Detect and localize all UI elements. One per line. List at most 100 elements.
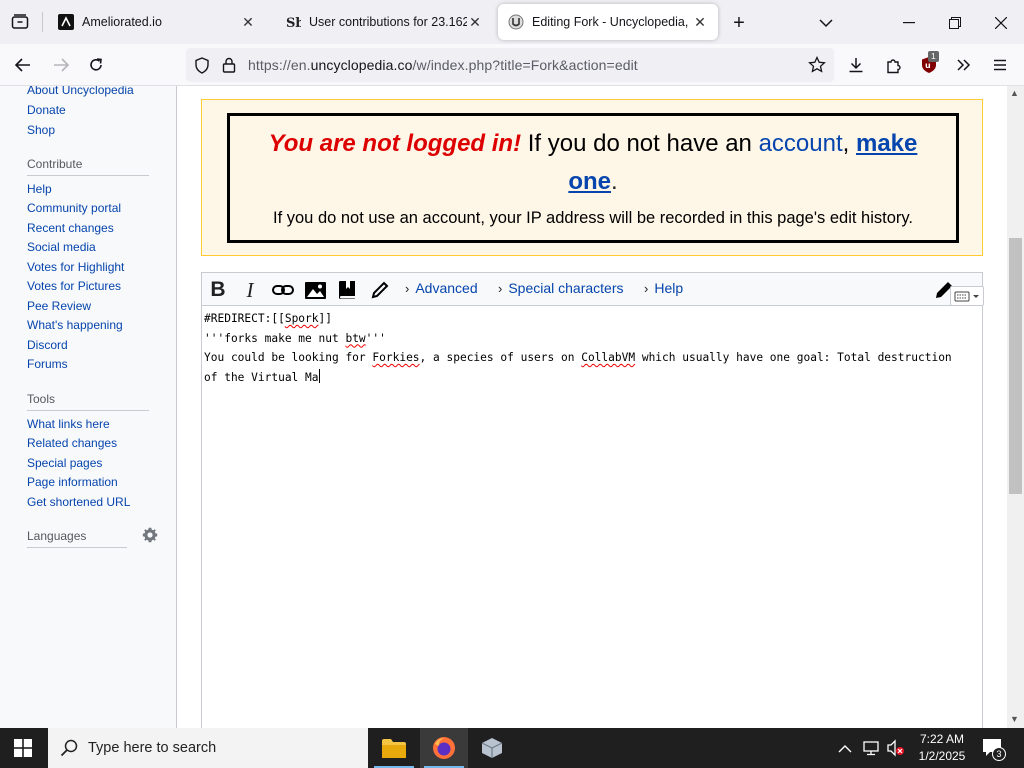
bold-button[interactable]: B <box>206 278 230 302</box>
search-placeholder: Type here to search <box>88 740 217 756</box>
sidebar-item-donate[interactable]: Donate <box>27 103 66 117</box>
tab-close-icon[interactable]: ✕ <box>467 14 483 31</box>
box-icon <box>481 738 503 758</box>
gear-icon[interactable] <box>142 527 158 548</box>
sidebar-item-whats-happening[interactable]: What's happening <box>27 318 123 332</box>
clock-time: 7:22 AM <box>919 732 965 746</box>
url-text[interactable]: https://en.uncyclopedia.co/w/index.php?t… <box>248 57 638 73</box>
help-tab[interactable]: › Help <box>644 280 683 296</box>
sidebar-item-forums[interactable]: Forums <box>27 357 68 371</box>
divider <box>27 175 149 176</box>
sidebar-item-recent-changes[interactable]: Recent changes <box>27 221 114 235</box>
sidebar: About Uncyclopedia Donate Shop Contribut… <box>0 86 177 728</box>
firefox-app[interactable] <box>420 728 468 768</box>
extensions-icon[interactable] <box>882 54 904 76</box>
reload-icon[interactable] <box>85 54 107 76</box>
back-icon[interactable] <box>12 54 34 76</box>
notice-comma: , <box>842 130 856 157</box>
sidebar-item-votes-highlight[interactable]: Votes for Highlight <box>27 260 124 274</box>
sidebar-item-social-media[interactable]: Social media <box>27 240 96 254</box>
chevron-right-icon: › <box>644 281 649 296</box>
signature-button[interactable] <box>368 278 392 302</box>
notifications-icon[interactable]: 3 <box>982 738 1006 763</box>
sidebar-item-shop[interactable]: Shop <box>27 123 55 137</box>
tab-strip: Ameliorated.io ✕ Sb User contributions f… <box>0 0 1024 44</box>
tab-close-icon[interactable]: ✕ <box>240 14 256 31</box>
sidebar-item-page-information[interactable]: Page information <box>27 475 118 489</box>
svg-text:Sb: Sb <box>286 16 301 30</box>
account-link[interactable]: account <box>759 130 843 157</box>
text-line: #REDIRECT:[[Spork]] <box>204 312 332 325</box>
sidebar-item-what-links-here[interactable]: What links here <box>27 417 110 431</box>
tab-editing-fork[interactable]: Editing Fork - Uncyclopedia, the ✕ <box>498 4 718 40</box>
tab-ameliorated[interactable]: Ameliorated.io ✕ <box>48 4 266 40</box>
chevron-right-icon: › <box>405 281 410 296</box>
special-characters-tab[interactable]: › Special characters <box>498 280 624 296</box>
image-button[interactable] <box>303 278 327 302</box>
sidebar-item-special-pages[interactable]: Special pages <box>27 456 102 470</box>
firefox-icon <box>433 737 455 759</box>
sb-favicon: Sb <box>285 14 301 30</box>
link-button[interactable] <box>270 278 296 302</box>
tracking-protection-icon[interactable] <box>194 57 210 77</box>
sidebar-item-discord[interactable]: Discord <box>27 338 68 352</box>
system-clock[interactable]: 7:22 AM 1/2/2025 <box>912 731 972 765</box>
notice-headline-continued: one. <box>230 168 956 196</box>
scrollbar-thumb[interactable] <box>1009 238 1022 494</box>
taskbar-search[interactable]: Type here to search <box>48 728 368 768</box>
languages-heading: Languages <box>27 529 87 543</box>
notice-headline: You are not logged in! If you do not hav… <box>230 130 956 158</box>
close-window-icon[interactable] <box>990 12 1012 34</box>
volume-muted-icon[interactable] <box>886 739 906 762</box>
tab-title: Editing Fork - Uncyclopedia, the <box>532 15 692 29</box>
advanced-tab[interactable]: › Advanced <box>405 280 478 296</box>
login-notice: You are not logged in! If you do not hav… <box>201 99 983 256</box>
text-line: You could be looking for Forkies, a spec… <box>204 351 952 364</box>
navigation-bar: https://en.uncyclopedia.co/w/index.php?t… <box>0 44 1024 86</box>
web-page: About Uncyclopedia Donate Shop Contribut… <box>0 86 1007 728</box>
uncyclopedia-favicon <box>508 14 524 30</box>
scroll-down-icon[interactable]: ▼ <box>1010 714 1019 724</box>
ip-notice-text: If you do not use an account, your IP ad… <box>273 209 913 227</box>
lock-icon[interactable] <box>222 57 236 76</box>
forward-icon[interactable] <box>50 54 72 76</box>
minimize-icon[interactable] <box>898 12 920 34</box>
virtualbox-app[interactable] <box>468 728 516 768</box>
sidebar-item-votes-pictures[interactable]: Votes for Pictures <box>27 279 121 293</box>
sidebar-item-pee-review[interactable]: Pee Review <box>27 299 91 313</box>
file-explorer-app[interactable] <box>370 728 418 768</box>
search-icon <box>60 739 78 757</box>
more-tools-icon[interactable] <box>953 54 975 76</box>
make-one-link[interactable]: make <box>856 130 917 157</box>
tab-close-icon[interactable]: ✕ <box>692 14 708 31</box>
sidebar-item-related-changes[interactable]: Related changes <box>27 436 117 450</box>
firefox-view-icon[interactable] <box>10 12 30 32</box>
address-bar[interactable]: https://en.uncyclopedia.co/w/index.php?t… <box>186 48 834 82</box>
sidebar-item-shortened-url[interactable]: Get shortened URL <box>27 495 130 509</box>
sidebar-item-community-portal[interactable]: Community portal <box>27 201 121 215</box>
list-all-tabs-icon[interactable] <box>815 12 837 34</box>
chevron-right-icon: › <box>498 281 503 296</box>
maximize-icon[interactable] <box>944 12 966 34</box>
downloads-icon[interactable] <box>845 54 867 76</box>
sidebar-item-help[interactable]: Help <box>27 182 52 196</box>
keyboard-input-icon[interactable] <box>950 286 984 306</box>
svg-text:u: u <box>925 61 931 70</box>
new-tab-icon[interactable]: + <box>728 12 750 34</box>
wikitext-editor: B I › Advanced › Special characters › Help <box>201 272 984 728</box>
italic-button[interactable]: I <box>238 278 262 302</box>
notification-count: 3 <box>992 747 1006 761</box>
make-one-link-continued[interactable]: one <box>568 168 611 195</box>
show-hidden-icons-icon[interactable] <box>838 741 852 759</box>
wikitext-textarea[interactable]: #REDIRECT:[[Spork]] '''forks make me nut … <box>203 307 983 728</box>
bookmark-star-icon[interactable] <box>808 55 826 77</box>
tab-user-contributions[interactable]: Sb User contributions for 23.162.8... ✕ <box>275 4 493 40</box>
network-icon[interactable] <box>862 739 880 762</box>
menu-icon[interactable] <box>989 54 1011 76</box>
sidebar-item-about[interactable]: About Uncyclopedia <box>27 86 134 97</box>
scroll-up-icon[interactable]: ▲ <box>1010 88 1019 98</box>
ublock-origin-icon[interactable]: u 1 <box>918 51 940 76</box>
windows-start-icon[interactable] <box>14 739 32 762</box>
cite-button[interactable] <box>336 278 358 302</box>
notice-text: If you do not have an <box>521 130 759 157</box>
